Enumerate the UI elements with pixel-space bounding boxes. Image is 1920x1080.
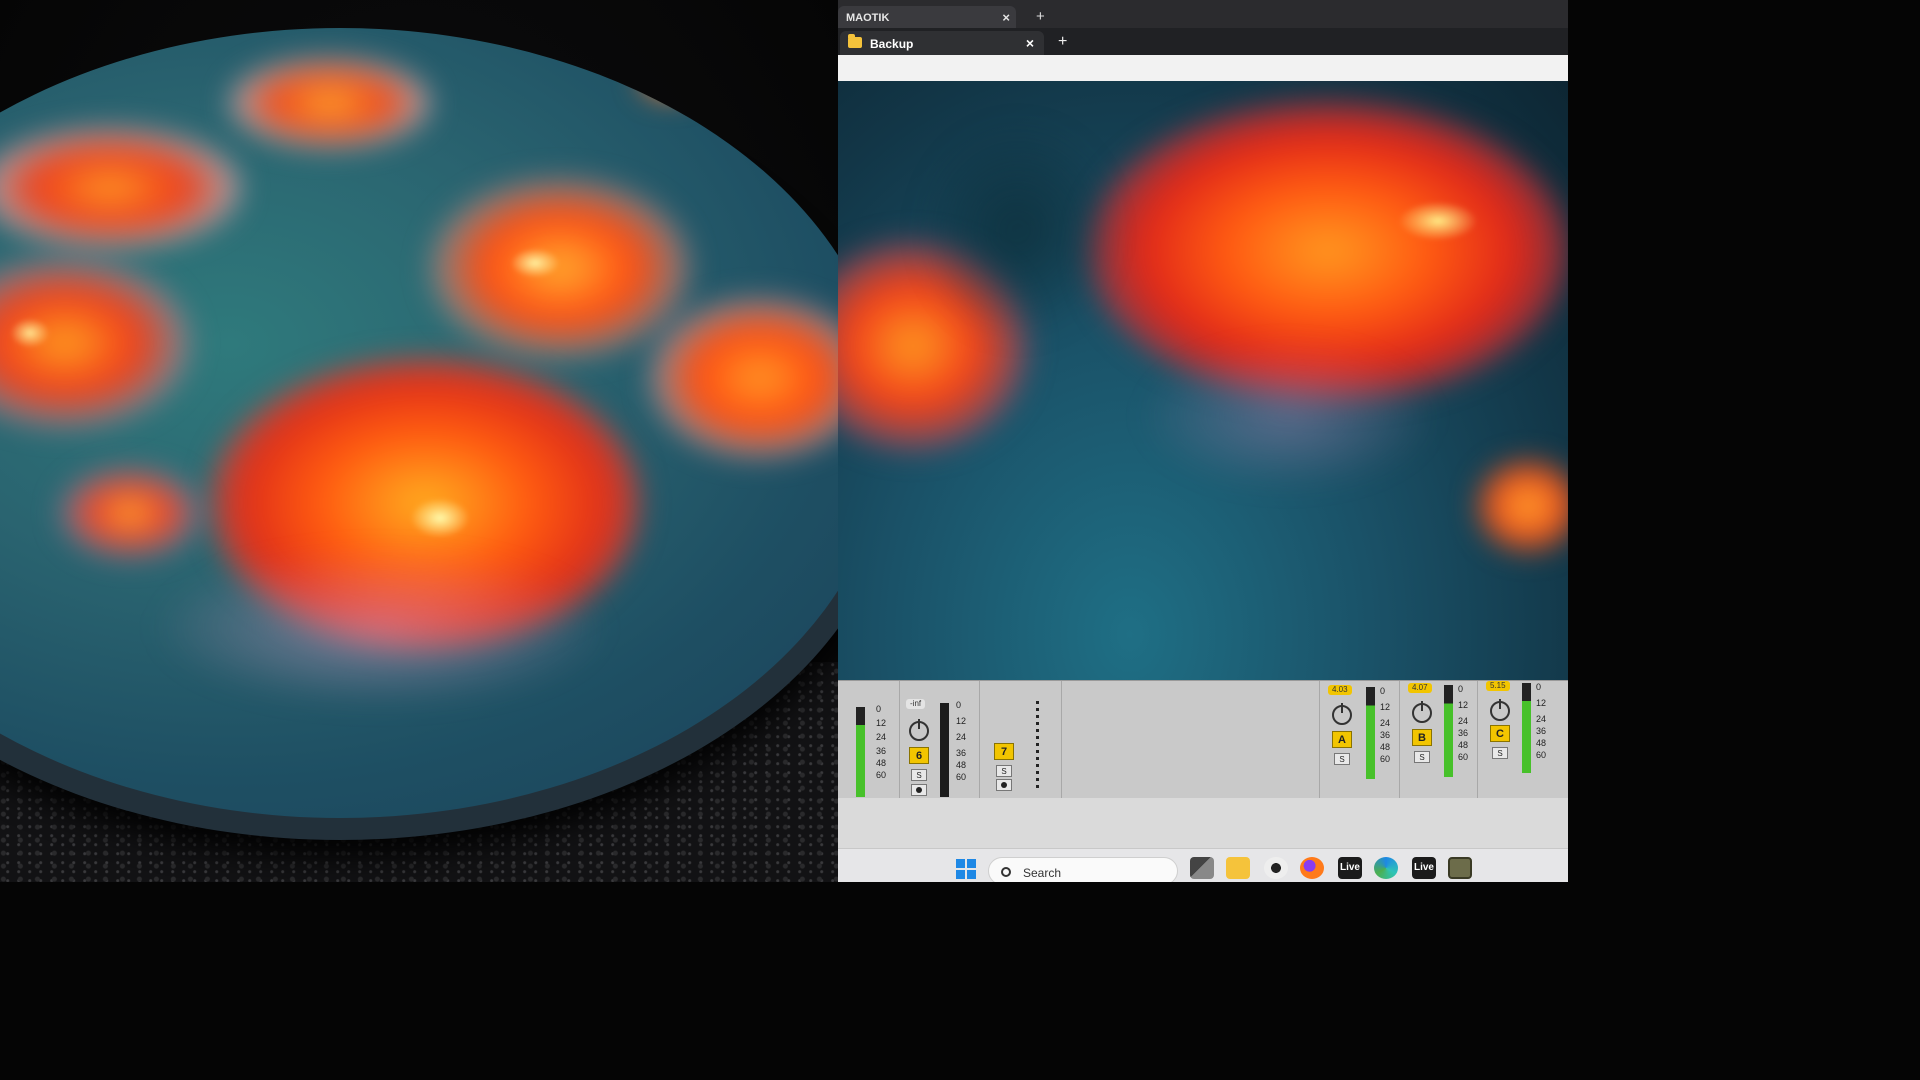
db-scale: 0 12 24 36 48 60 <box>956 700 967 782</box>
firefox-icon[interactable] <box>1300 857 1324 879</box>
channel-strip-6: -inf 6 S 0 12 24 36 48 60 <box>900 681 980 799</box>
table-photo <box>0 0 838 882</box>
viz-glow-lower-right <box>1478 461 1568 551</box>
return-button-c[interactable]: C <box>1490 725 1510 742</box>
level-meter <box>1444 685 1453 777</box>
spark-b <box>510 248 560 278</box>
particle-visualizer-canvas <box>838 81 1568 696</box>
db-scale: 0 12 24 36 48 60 <box>1458 684 1469 762</box>
glow-small-top-right <box>640 58 700 98</box>
edge-icon[interactable] <box>1374 857 1398 879</box>
spark-c <box>10 318 50 348</box>
ableton-live-icon[interactable]: Live <box>1338 857 1362 879</box>
return-button-b[interactable]: B <box>1412 729 1432 746</box>
address-bar-area <box>838 55 1568 81</box>
glow-top-left <box>0 128 240 248</box>
track-activator-6[interactable]: 6 <box>909 747 929 764</box>
solo-button[interactable]: S <box>996 765 1012 777</box>
browser-tabstrip-back: MAOTIK × + <box>838 0 1568 28</box>
volume-value[interactable]: 4.03 <box>1328 685 1352 695</box>
level-meter <box>940 703 949 797</box>
mixer-footer <box>838 798 1568 850</box>
arm-button[interactable] <box>996 779 1012 791</box>
volume-value[interactable]: 5.15 <box>1486 681 1510 691</box>
volume-value[interactable]: -inf <box>906 699 926 709</box>
solo-button[interactable]: S <box>911 769 927 781</box>
return-strip-b: 4.07 B S 0 12 24 36 48 60 <box>1400 681 1478 799</box>
pink-haze <box>150 548 610 708</box>
folder-icon <box>848 34 862 48</box>
level-meter <box>856 707 865 797</box>
search-icon <box>1001 867 1011 877</box>
empty-area <box>1062 681 1320 799</box>
new-tab-icon[interactable]: + <box>1036 8 1045 25</box>
tab-maotik-title: MAOTIK <box>846 12 890 24</box>
spark-a <box>410 498 470 538</box>
particle-table-surface <box>0 28 838 818</box>
meter-ticks <box>1036 701 1039 791</box>
send-knob[interactable] <box>1332 703 1352 725</box>
db-scale: 0 12 24 36 48 60 <box>1536 682 1547 760</box>
alien-app-icon[interactable] <box>1264 857 1288 879</box>
viz-haze <box>1138 341 1438 491</box>
taskbar: Search Live Live <box>838 848 1568 882</box>
task-view-icon[interactable] <box>1190 857 1214 879</box>
track-activator-7[interactable]: 7 <box>994 743 1014 760</box>
ableton-live-icon-2[interactable]: Live <box>1412 857 1436 879</box>
channel-strip-7: 7 S <box>980 681 1062 799</box>
return-strip-c: 5.15 C S 0 12 24 36 48 60 <box>1478 681 1568 799</box>
tab-maotik[interactable]: MAOTIK × <box>838 6 1016 28</box>
browser-tabstrip: Backup × <box>838 28 1568 55</box>
solo-button[interactable]: S <box>1334 753 1350 765</box>
glow-right <box>650 298 838 458</box>
close-icon[interactable]: × <box>1026 35 1034 51</box>
return-strip-a: 4.03 A S 0 12 24 36 48 60 <box>1320 681 1400 799</box>
send-knob[interactable] <box>1490 699 1510 721</box>
taskbar-search[interactable]: Search <box>988 857 1178 882</box>
touchdesigner-icon[interactable] <box>1448 857 1472 879</box>
glow-top <box>230 58 430 148</box>
tab-backup-title: Backup <box>870 37 914 51</box>
viz-spark <box>1398 201 1478 241</box>
send-knob[interactable] <box>1412 701 1432 723</box>
solo-button[interactable]: S <box>1414 751 1430 763</box>
windows-start-icon[interactable] <box>956 859 976 879</box>
level-meter <box>1366 687 1375 779</box>
new-tab-icon[interactable]: + <box>1058 33 1067 51</box>
level-meter <box>1522 683 1531 773</box>
return-button-a[interactable]: A <box>1332 731 1352 748</box>
channel-strip-5: 0 12 24 36 48 60 <box>838 681 900 799</box>
mixer-panel: 0 12 24 36 48 60 -inf 6 S 0 12 24 36 48 60 7… <box>838 680 1568 799</box>
db-scale: 0 12 24 36 48 60 <box>876 704 887 780</box>
glow-lower-left <box>60 468 200 558</box>
arm-button[interactable] <box>911 784 927 796</box>
close-icon[interactable]: × <box>1002 10 1010 25</box>
monitor-photo: MAOTIK × + Backup × + 0 12 24 36 48 60 -… <box>838 0 1568 882</box>
db-scale: 0 12 24 36 48 60 <box>1380 686 1391 764</box>
tab-backup[interactable]: Backup × <box>840 31 1044 55</box>
viz-dark-left <box>918 121 1118 341</box>
file-explorer-icon[interactable] <box>1226 857 1250 879</box>
search-placeholder: Search <box>1023 866 1062 880</box>
volume-value[interactable]: 4.07 <box>1408 683 1432 693</box>
solo-button[interactable]: S <box>1492 747 1508 759</box>
glow-upper-right <box>430 178 690 358</box>
pan-knob[interactable] <box>909 719 929 741</box>
